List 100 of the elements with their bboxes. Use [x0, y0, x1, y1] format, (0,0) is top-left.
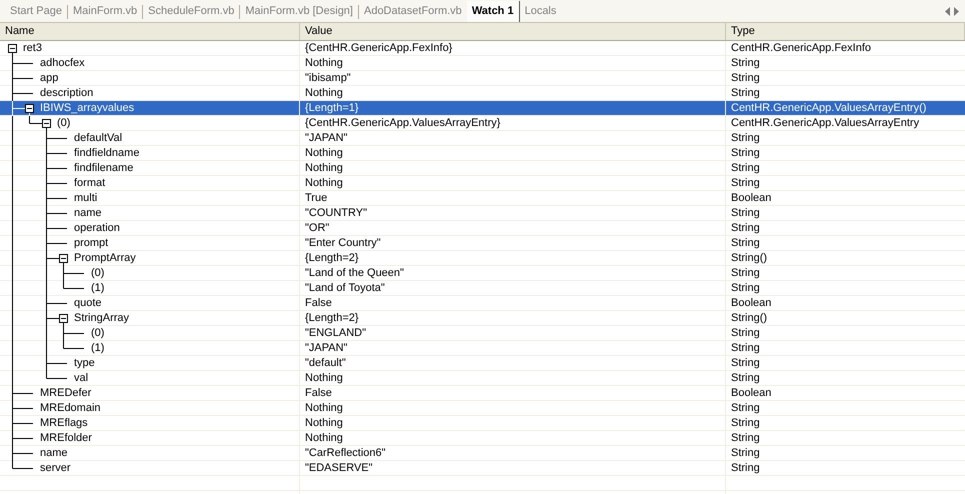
variable-name: StringArray: [74, 311, 130, 326]
scroll-right-icon[interactable]: [954, 7, 959, 16]
variable-value: "ENGLAND": [305, 327, 366, 339]
variable-value: Nothing: [305, 372, 343, 384]
variable-value: Nothing: [305, 432, 343, 444]
variable-type: String: [731, 147, 760, 159]
watch-row[interactable]: (1) "Land of Toyota" String: [0, 281, 965, 296]
watch-row[interactable]: IBIWS_arrayvalues {Length=1} CentHR.GenericApp.ValuesArrayEntry(): [0, 101, 965, 116]
document-tab[interactable]: Locals: [520, 1, 562, 22]
document-tab[interactable]: Start Page: [5, 1, 67, 22]
column-header[interactable]: Value: [300, 23, 726, 40]
variable-value: {Length=1}: [305, 102, 359, 114]
collapse-button[interactable]: [8, 44, 17, 53]
variable-value: "Land of Toyota": [305, 282, 385, 294]
variable-value: {Length=2}: [305, 312, 359, 324]
variable-name: (0): [91, 326, 104, 341]
watch-row[interactable]: name "CarReflection6" String: [0, 446, 965, 461]
watch-row[interactable]: defaultVal "JAPAN" String: [0, 131, 965, 146]
document-tab[interactable]: MainForm.vb: [68, 1, 142, 22]
watch-row[interactable]: MREdomain Nothing String: [0, 401, 965, 416]
tree-lines: [12, 311, 65, 326]
variable-name: val: [74, 371, 88, 386]
tree-lines: [12, 401, 34, 416]
variable-name: name: [40, 446, 68, 461]
variable-value: Nothing: [305, 147, 343, 159]
watch-row[interactable]: name "COUNTRY" String: [0, 206, 965, 221]
variable-value: {CentHR.GenericApp.ValuesArrayEntry}: [305, 117, 500, 129]
watch-row[interactable]: operation "OR" String: [0, 221, 965, 236]
variable-value: False: [305, 387, 332, 399]
watch-row[interactable]: app "ibisamp" String: [0, 71, 965, 86]
document-tab[interactable]: ScheduleForm.vb: [143, 1, 240, 22]
collapse-button[interactable]: [42, 119, 51, 128]
watch-row[interactable]: (0) {CentHR.GenericApp.ValuesArrayEntry} CentHR.GenericApp.ValuesArrayEntry: [0, 116, 965, 131]
watch-row[interactable]: (1) "JAPAN" String: [0, 341, 965, 356]
tree-lines: [12, 86, 34, 101]
watch-row[interactable]: MREflags Nothing String: [0, 416, 965, 431]
column-header[interactable]: Name: [0, 23, 300, 40]
collapse-button[interactable]: [59, 314, 68, 323]
watch-row[interactable]: (0) "Land of the Queen" String: [0, 266, 965, 281]
variable-name: MREfolder: [40, 431, 92, 446]
variable-type: String: [731, 432, 760, 444]
variable-value: "JAPAN": [305, 132, 348, 144]
variable-name: IBIWS_arrayvalues: [40, 101, 134, 116]
watch-row[interactable]: PromptArray {Length=2} String(): [0, 251, 965, 266]
variable-type: String: [731, 357, 760, 369]
variable-name: PromptArray: [74, 251, 136, 266]
variable-value: "Land of the Queen": [305, 267, 404, 279]
variable-value: False: [305, 297, 332, 309]
document-tab[interactable]: AdoDatasetForm.vb: [358, 1, 467, 22]
variable-value: Nothing: [305, 177, 343, 189]
watch-row[interactable]: val Nothing String: [0, 371, 965, 386]
watch-row[interactable]: StringArray {Length=2} String(): [0, 311, 965, 326]
variable-name: prompt: [74, 236, 108, 251]
variable-name: MREdomain: [40, 401, 101, 416]
tree-lines: [12, 161, 68, 176]
watch-row[interactable]: findfilename Nothing String: [0, 161, 965, 176]
minus-icon: [9, 45, 16, 52]
watch-row[interactable]: ret3 {CentHR.GenericApp.FexInfo} CentHR.GenericApp.FexInfo: [0, 41, 965, 56]
watch-row[interactable]: server "EDASERVE" String: [0, 461, 965, 476]
variable-value: Nothing: [305, 402, 343, 414]
variable-type: String: [731, 402, 760, 414]
watch-row[interactable]: MREfolder Nothing String: [0, 431, 965, 446]
variable-value: True: [305, 192, 328, 204]
watch-row[interactable]: type "default" String: [0, 356, 965, 371]
variable-type: String: [731, 327, 760, 339]
variable-type: Boolean: [731, 192, 772, 204]
column-header[interactable]: Type: [726, 23, 965, 40]
variable-type: String: [731, 72, 760, 84]
tree-lines: [12, 191, 68, 206]
variable-value: "ibisamp": [305, 72, 351, 84]
collapse-button[interactable]: [25, 104, 34, 113]
variable-type: String: [731, 372, 760, 384]
watch-row[interactable]: findfieldname Nothing String: [0, 146, 965, 161]
variable-name: (0): [57, 116, 70, 131]
watch-row[interactable]: quote False Boolean: [0, 296, 965, 311]
scroll-left-icon[interactable]: [945, 7, 950, 16]
watch-row[interactable]: (0) "ENGLAND" String: [0, 326, 965, 341]
document-tab[interactable]: MainForm.vb [Design]: [240, 1, 358, 22]
tree-lines: [12, 206, 68, 221]
watch-row[interactable]: MREDefer False Boolean: [0, 386, 965, 401]
variable-name: findfieldname: [74, 146, 140, 161]
watch-row[interactable]: multi True Boolean: [0, 191, 965, 206]
watch-row[interactable]: format Nothing String: [0, 176, 965, 191]
variable-type: Boolean: [731, 387, 772, 399]
variable-name: server: [40, 461, 71, 476]
variable-type: CentHR.GenericApp.ValuesArrayEntry(): [731, 102, 926, 114]
variable-name: name: [74, 206, 102, 221]
collapse-button[interactable]: [59, 254, 68, 263]
variable-name: ret3: [23, 41, 42, 56]
variable-value: "JAPAN": [305, 342, 348, 354]
watch-row[interactable]: adhocfex Nothing String: [0, 56, 965, 71]
variable-type: String: [731, 447, 760, 459]
document-tab[interactable]: Watch 1: [466, 1, 520, 22]
variable-name: adhocfex: [40, 56, 85, 71]
variable-name: format: [74, 176, 106, 191]
watch-row[interactable]: prompt "Enter Country" String: [0, 236, 965, 251]
variable-name: operation: [74, 221, 120, 236]
variable-value: "default": [305, 357, 346, 369]
variable-type: String: [731, 132, 760, 144]
variable-type: String: [731, 57, 760, 69]
